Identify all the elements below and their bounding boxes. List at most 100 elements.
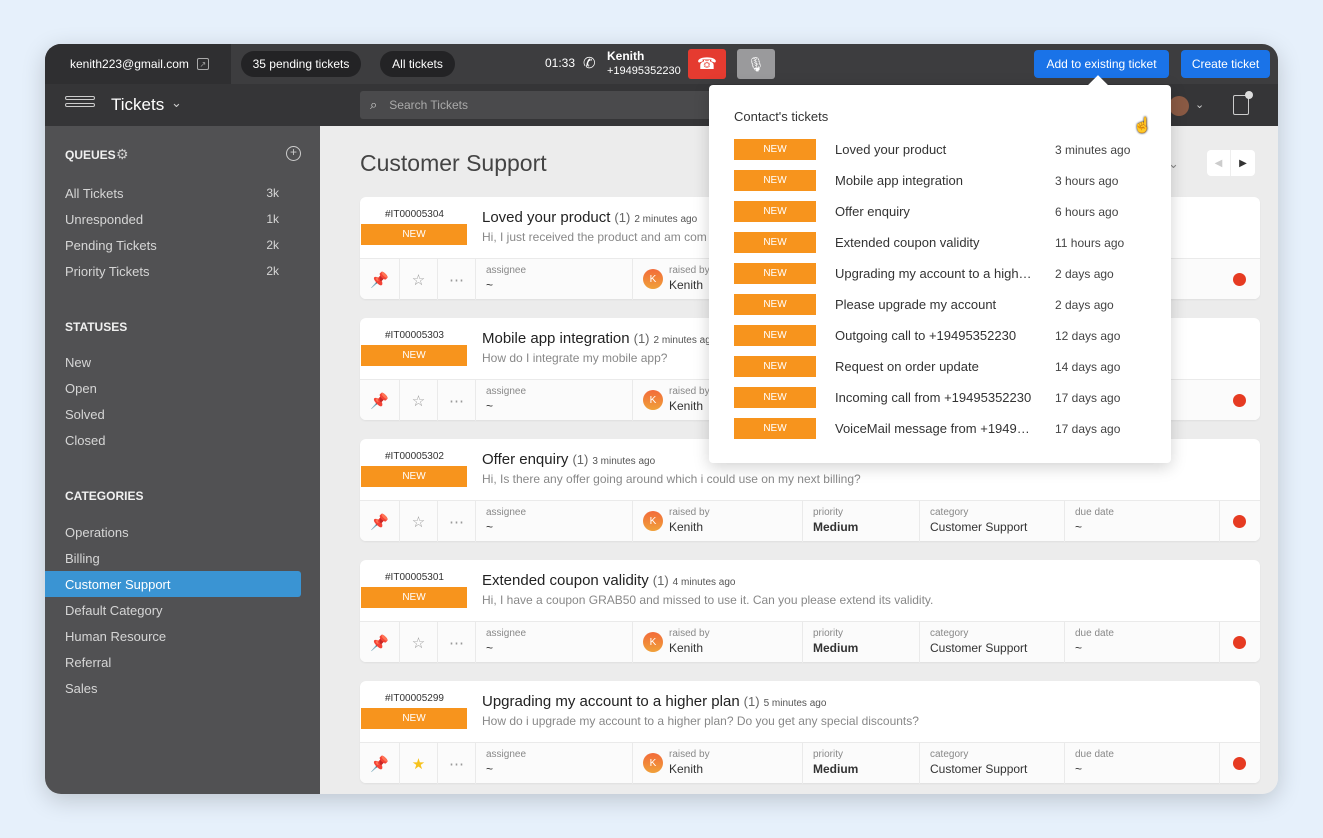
assignee-field[interactable]: assignee ~: [476, 259, 633, 300]
pin-icon[interactable]: 📌: [360, 622, 400, 663]
contact-ticket-row[interactable]: NEW Loved your product 3 minutes ago: [734, 139, 1154, 161]
due-date-field[interactable]: due date ~: [1065, 501, 1220, 542]
avatar[interactable]: [1169, 96, 1189, 116]
hangup-button[interactable]: ☎: [688, 49, 726, 79]
assignee-field[interactable]: assignee ~: [476, 380, 633, 421]
ticket-id: #IT00005299: [385, 693, 444, 704]
create-ticket-button[interactable]: Create ticket: [1181, 50, 1270, 78]
star-icon[interactable]: ☆: [400, 380, 438, 421]
pin-icon[interactable]: 📌: [360, 743, 400, 784]
contact-ticket-row[interactable]: NEW Incoming call from +19495352230 17 d…: [734, 387, 1154, 409]
ticket-title[interactable]: Loved your product (1) 2 minutes ago: [482, 209, 697, 226]
external-link-icon[interactable]: ↗: [196, 58, 209, 70]
all-tickets-button[interactable]: All tickets: [380, 51, 455, 77]
contact-ticket-row[interactable]: NEW Request on order update 14 days ago: [734, 356, 1154, 378]
sidebar-item-priority-tickets[interactable]: Priority Tickets 2k: [45, 258, 301, 284]
assignee-field[interactable]: assignee ~: [476, 743, 633, 784]
sidebar-item-billing[interactable]: Billing: [45, 545, 301, 571]
contact-ticket-row[interactable]: NEW Upgrading my account to a high… 2 da…: [734, 263, 1154, 285]
more-icon[interactable]: ⋯: [438, 380, 476, 421]
chevron-down-icon[interactable]: ⌄: [171, 95, 182, 111]
sidebar-item-default-category[interactable]: Default Category: [45, 597, 301, 623]
next-page-button[interactable]: ▶: [1231, 150, 1255, 176]
sidebar-item-all-tickets[interactable]: All Tickets 3k: [45, 180, 301, 206]
ticket-reply-count: (1): [614, 210, 631, 225]
sidebar-item-count: 3k: [266, 186, 279, 200]
sidebar-item-pending-tickets[interactable]: Pending Tickets 2k: [45, 232, 301, 258]
app-switcher[interactable]: Tickets: [111, 95, 164, 115]
star-icon[interactable]: ☆: [400, 259, 438, 300]
gear-icon[interactable]: ⚙: [116, 146, 129, 163]
assignee-field[interactable]: assignee ~: [476, 622, 633, 663]
more-icon[interactable]: ⋯: [438, 259, 476, 300]
star-icon[interactable]: ☆: [400, 501, 438, 542]
assignee-value: ~: [486, 278, 494, 292]
prev-page-button[interactable]: ◀: [1207, 150, 1231, 176]
contact-ticket-time: 2 days ago: [1055, 298, 1114, 312]
contact-ticket-row[interactable]: NEW Offer enquiry 6 hours ago: [734, 201, 1154, 223]
mute-button[interactable]: 🎙: [737, 49, 775, 79]
sidebar-item-new[interactable]: New: [45, 349, 301, 375]
avatar: K: [643, 390, 663, 410]
pin-icon[interactable]: 📌: [360, 259, 400, 300]
status-badge: NEW: [734, 201, 816, 222]
search-input[interactable]: ⌕ Search Tickets: [360, 91, 720, 119]
ticket-title[interactable]: Extended coupon validity (1) 4 minutes ago: [482, 572, 736, 589]
category-field[interactable]: category Customer Support: [920, 622, 1065, 663]
popup-title: Contact's tickets: [734, 109, 829, 124]
ticket-title[interactable]: Offer enquiry (1) 3 minutes ago: [482, 451, 655, 468]
star-icon[interactable]: ★: [400, 743, 438, 784]
contact-ticket-row[interactable]: NEW VoiceMail message from +19495… 17 da…: [734, 418, 1154, 440]
sidebar-item-customer-support[interactable]: Customer Support: [45, 571, 301, 597]
add-to-existing-ticket-button[interactable]: Add to existing ticket: [1034, 50, 1169, 78]
ticket-card[interactable]: #IT00005301 NEW Extended coupon validity…: [360, 560, 1260, 663]
category-field[interactable]: category Customer Support: [920, 501, 1065, 542]
sidebar-item-human-resource[interactable]: Human Resource: [45, 623, 301, 649]
account-email[interactable]: kenith223@gmail.com ↗: [45, 44, 231, 84]
category-field[interactable]: category Customer Support: [920, 743, 1065, 784]
call-timer: 01:33: [545, 56, 576, 70]
raised-by-value: Kenith: [669, 520, 704, 534]
contact-ticket-row[interactable]: NEW Outgoing call to +19495352230 12 day…: [734, 325, 1154, 347]
sidebar-item-closed[interactable]: Closed: [45, 427, 301, 453]
sidebar-item-unresponded[interactable]: Unresponded 1k: [45, 206, 301, 232]
avatar: K: [643, 632, 663, 652]
ticket-title[interactable]: Mobile app integration (1) 2 minutes ago: [482, 330, 716, 347]
sidebar-item-sales[interactable]: Sales: [45, 675, 301, 701]
more-icon[interactable]: ⋯: [438, 501, 476, 542]
sidebar-item-operations[interactable]: Operations: [45, 519, 301, 545]
status-badge: NEW: [361, 345, 467, 366]
sidebar-item-solved[interactable]: Solved: [45, 401, 301, 427]
contact-ticket-title: Mobile app integration: [835, 173, 963, 188]
star-icon[interactable]: ☆: [400, 622, 438, 663]
due-date-label: due date: [1075, 628, 1114, 639]
assignee-label: assignee: [486, 628, 527, 639]
due-date-value: ~: [1075, 762, 1083, 776]
chevron-down-icon[interactable]: ⌄: [1195, 98, 1204, 111]
pin-icon[interactable]: 📌: [360, 380, 400, 421]
priority-field[interactable]: priority Medium: [803, 622, 920, 663]
avatar: K: [643, 511, 663, 531]
priority-field[interactable]: priority Medium: [803, 743, 920, 784]
due-date-field[interactable]: due date ~: [1065, 622, 1220, 663]
plus-circle-icon[interactable]: +: [286, 146, 301, 161]
contact-ticket-row[interactable]: NEW Extended coupon validity 11 hours ag…: [734, 232, 1154, 254]
more-icon[interactable]: ⋯: [438, 743, 476, 784]
pin-icon[interactable]: 📌: [360, 501, 400, 542]
more-icon[interactable]: ⋯: [438, 622, 476, 663]
pending-tickets-button[interactable]: 35 pending tickets: [241, 51, 361, 77]
caller-name: Kenith: [607, 49, 645, 63]
contact-ticket-row[interactable]: NEW Mobile app integration 3 hours ago: [734, 170, 1154, 192]
raised-by-label: raised by: [669, 749, 710, 760]
contact-ticket-row[interactable]: NEW Please upgrade my account 2 days ago: [734, 294, 1154, 316]
due-date-field[interactable]: due date ~: [1065, 743, 1220, 784]
sidebar-item-open[interactable]: Open: [45, 375, 301, 401]
assignee-field[interactable]: assignee ~: [476, 501, 633, 542]
ticket-title[interactable]: Upgrading my account to a higher plan (1)…: [482, 693, 826, 710]
priority-field[interactable]: priority Medium: [803, 501, 920, 542]
menu-icon[interactable]: [65, 96, 95, 114]
sidebar-item-referral[interactable]: Referral: [45, 649, 301, 675]
ticket-card[interactable]: #IT00005299 NEW Upgrading my account to …: [360, 681, 1260, 784]
notes-icon[interactable]: [1233, 91, 1253, 115]
ticket-reply-count: (1): [743, 694, 760, 709]
